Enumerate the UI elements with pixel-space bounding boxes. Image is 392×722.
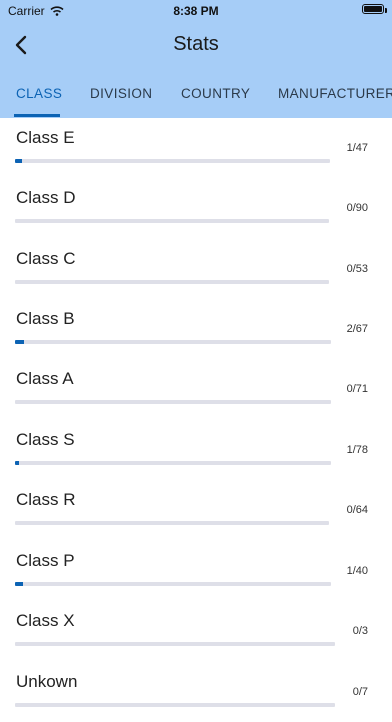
- status-bar: Carrier 8:38 PM: [0, 0, 392, 22]
- active-tab-indicator: [14, 114, 60, 117]
- progress-bar: [15, 642, 335, 646]
- row-label: Class B: [16, 309, 75, 328]
- progress-fill: [15, 582, 23, 586]
- row-count: 0/3: [352, 625, 368, 637]
- row-label: Unkown: [16, 672, 78, 691]
- row-label: Class X: [16, 611, 75, 630]
- row-count: 0/53: [346, 263, 368, 275]
- list-item[interactable]: Class C 0/53: [0, 239, 392, 299]
- progress-bar: [15, 703, 335, 707]
- status-time: 8:38 PM: [173, 4, 219, 18]
- row-count: 0/71: [346, 383, 368, 395]
- tab-division[interactable]: DIVISION: [90, 86, 152, 101]
- list-item[interactable]: Class D 0/90: [0, 178, 392, 238]
- progress-bar: [15, 159, 330, 163]
- progress-bar: [15, 582, 331, 586]
- row-label: Class S: [16, 430, 75, 449]
- row-count: 1/40: [346, 565, 368, 577]
- progress-bar: [15, 400, 331, 404]
- progress-bar: [15, 280, 329, 284]
- list-item[interactable]: Class A 0/71: [0, 359, 392, 419]
- progress-bar: [15, 521, 329, 525]
- progress-bar: [15, 340, 331, 344]
- page-title: Stats: [173, 33, 219, 55]
- row-label: Class R: [16, 490, 76, 509]
- header: Carrier 8:38 PM Stats CLASS DIVISION COU…: [0, 0, 392, 118]
- row-label: Class E: [16, 128, 75, 147]
- progress-bar: [15, 461, 331, 465]
- row-count: 0/7: [352, 686, 368, 698]
- row-label: Class P: [16, 551, 75, 570]
- row-count: 2/67: [346, 323, 368, 335]
- list-item[interactable]: Class P 1/40: [0, 541, 392, 601]
- list-item[interactable]: Class X 0/3: [0, 601, 392, 661]
- row-count: 0/64: [346, 504, 368, 516]
- row-label: Class D: [16, 188, 76, 207]
- list-item[interactable]: Class E 1/47: [0, 118, 392, 178]
- list-item[interactable]: Class S 1/78: [0, 420, 392, 480]
- row-count: 1/78: [346, 444, 368, 456]
- progress-bar: [15, 219, 329, 223]
- battery-tip: [385, 8, 387, 13]
- list-item[interactable]: Class R 0/64: [0, 480, 392, 540]
- tab-country[interactable]: COUNTRY: [181, 86, 250, 101]
- tab-manufacturer[interactable]: MANUFACTURER: [278, 86, 392, 101]
- row-label: Class C: [16, 249, 76, 268]
- row-label: Class A: [16, 369, 74, 388]
- row-count: 0/90: [346, 202, 368, 214]
- list-item[interactable]: Class B 2/67: [0, 299, 392, 359]
- battery-icon: [362, 4, 384, 14]
- tab-bar: CLASS DIVISION COUNTRY MANUFACTURER: [0, 80, 392, 118]
- progress-fill: [15, 159, 22, 163]
- progress-fill: [15, 340, 25, 344]
- tab-class[interactable]: CLASS: [16, 86, 62, 101]
- list-item[interactable]: Unkown 0/7: [0, 662, 392, 722]
- progress-fill: [15, 461, 20, 465]
- row-count: 1/47: [346, 142, 368, 154]
